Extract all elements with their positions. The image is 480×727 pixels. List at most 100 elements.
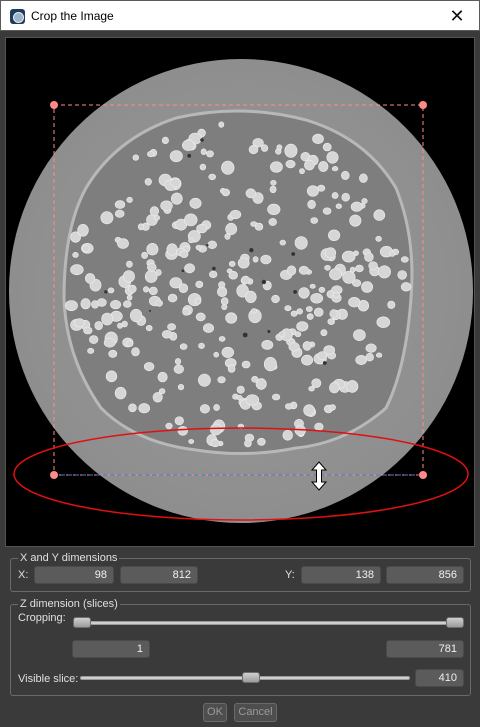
particle: [165, 422, 173, 430]
particle: [299, 168, 305, 175]
void-spot: [291, 252, 296, 256]
void-spot: [212, 266, 216, 271]
particle: [117, 322, 123, 329]
particle: [245, 290, 257, 303]
void-spot: [149, 309, 151, 312]
void-spot: [293, 290, 297, 294]
x-max-field[interactable]: 812: [120, 566, 198, 584]
particle: [257, 437, 266, 446]
y-min-field[interactable]: 138: [301, 566, 381, 584]
visible-slice-label: Visible slice:: [18, 673, 79, 685]
particle: [365, 343, 377, 353]
void-spot: [267, 330, 271, 333]
particle: [335, 203, 342, 209]
ok-button[interactable]: OK: [203, 703, 227, 722]
cancel-button[interactable]: Cancel: [234, 703, 277, 722]
particle: [145, 325, 153, 332]
particle: [228, 260, 236, 267]
particle: [110, 300, 122, 310]
particle: [82, 244, 90, 253]
particle: [105, 370, 118, 383]
particle: [331, 166, 339, 172]
cropping-max-handle[interactable]: [446, 617, 464, 628]
visible-slice-field[interactable]: 410: [415, 669, 464, 687]
particle: [167, 293, 178, 303]
particle: [376, 352, 383, 358]
particle: [117, 238, 129, 249]
particle: [353, 329, 366, 341]
particle: [126, 260, 133, 268]
particle: [397, 270, 408, 280]
particle: [365, 353, 374, 362]
image-viewport[interactable]: [5, 37, 475, 547]
particle: [298, 265, 310, 275]
particle: [282, 429, 293, 441]
particle: [290, 310, 298, 317]
particle: [177, 384, 185, 391]
particle: [199, 163, 207, 171]
particle: [322, 142, 332, 152]
y-max-field[interactable]: 856: [386, 566, 464, 584]
particle: [182, 307, 190, 316]
y-label: Y:: [285, 569, 295, 581]
particle: [179, 343, 188, 350]
particle: [114, 386, 127, 400]
particle: [144, 178, 152, 186]
particle: [278, 331, 286, 338]
x-min-field[interactable]: 98: [34, 566, 114, 584]
close-button[interactable]: ✕: [435, 1, 479, 31]
particle: [182, 139, 195, 151]
particle: [359, 173, 368, 183]
particle: [267, 203, 281, 215]
particle: [276, 144, 283, 151]
app-icon: [10, 9, 25, 24]
visible-slice-handle[interactable]: [242, 672, 260, 683]
slice-max-field[interactable]: 781: [386, 640, 464, 658]
particle: [400, 282, 412, 292]
particle: [195, 312, 206, 322]
particle: [184, 213, 198, 227]
particle: [244, 439, 252, 448]
particle: [143, 362, 155, 372]
particle: [84, 273, 96, 284]
particle: [286, 265, 297, 276]
cropping-range-slider[interactable]: [80, 621, 463, 625]
particle: [107, 287, 115, 294]
particle: [236, 395, 243, 401]
cropping-min-handle[interactable]: [73, 617, 91, 628]
particle: [184, 263, 195, 274]
particle: [389, 250, 396, 257]
particle: [144, 270, 158, 283]
particle: [152, 392, 163, 403]
particle: [341, 250, 356, 263]
particle: [114, 209, 125, 218]
particle: [101, 312, 114, 326]
particle: [147, 150, 155, 158]
particle: [227, 364, 236, 373]
particle: [303, 404, 315, 417]
particle: [317, 351, 328, 361]
particle: [125, 340, 134, 347]
particle: [314, 422, 324, 431]
particle: [284, 305, 292, 312]
particle: [298, 287, 310, 299]
particle: [123, 300, 132, 308]
particle: [128, 284, 137, 294]
particle: [221, 188, 231, 197]
particle: [329, 309, 338, 319]
particle: [114, 200, 126, 209]
particle: [348, 297, 361, 308]
particle: [301, 354, 314, 366]
particle: [361, 281, 373, 293]
slice-min-field[interactable]: 1: [72, 640, 150, 658]
particle: [225, 312, 238, 324]
particle: [213, 404, 220, 411]
particle: [89, 335, 99, 344]
particle: [126, 294, 133, 301]
particle: [198, 342, 205, 349]
particle: [138, 403, 150, 414]
window-title: Crop the Image: [31, 9, 114, 23]
particle: [74, 318, 85, 328]
particle: [288, 342, 300, 352]
void-spot: [322, 361, 327, 365]
